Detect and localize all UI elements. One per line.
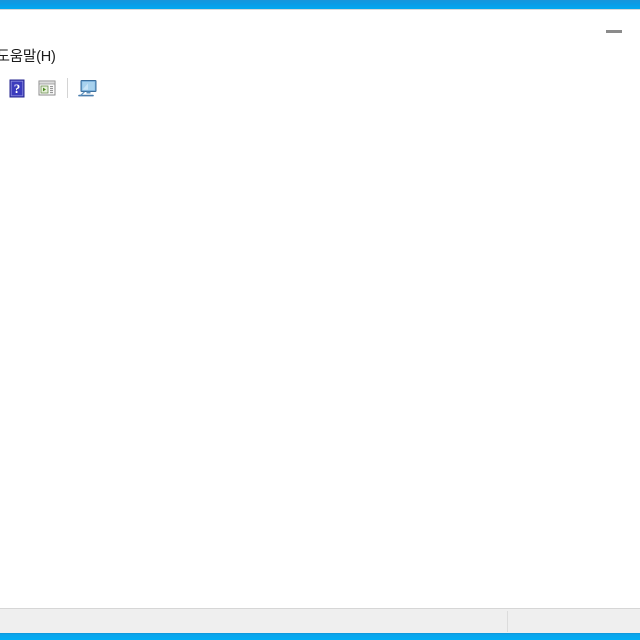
tree-row[interactable]: 크 어댑터 — [0, 167, 640, 187]
status-bar — [0, 608, 640, 633]
menu-help[interactable]: 도움말(H) — [0, 43, 69, 72]
tree-row[interactable]: el(R) HD Graphics 5000 — [0, 227, 640, 247]
title-bar — [0, 10, 640, 43]
minimize-icon — [606, 30, 622, 33]
tree-row[interactable]: 터 — [0, 267, 640, 287]
status-bar-divider — [507, 611, 508, 632]
tree-row[interactable]: TA/ATAPI 컨트롤러 — [0, 147, 640, 167]
tree-row[interactable]: -3SRPM2F — [0, 107, 640, 127]
tree-row[interactable]: 스 — [0, 447, 640, 467]
tree-row[interactable]: 컨트롤러 — [0, 407, 640, 427]
tree-row[interactable]: 터 — [0, 427, 640, 447]
tree-row[interactable]: 장치 — [0, 347, 640, 367]
desktop-backdrop-bottom — [0, 632, 640, 640]
menu-bar: ) 보기(V) 도움말(H) — [0, 43, 640, 73]
svg-text:?: ? — [14, 81, 21, 96]
tree-row[interactable]: ㅡ 드라이브 — [0, 187, 640, 207]
desktop-backdrop-top — [0, 0, 640, 9]
toolbar-computer-button[interactable] — [74, 74, 102, 102]
device-tree: -3SRPM2F oth TA/ATAPI 컨트롤러 크 어댑터 ㅡ 드라이브 … — [0, 107, 640, 507]
device-manager-window: ) 보기(V) 도움말(H) — [0, 9, 640, 633]
tree-row[interactable]: 대기열 — [0, 387, 640, 407]
tree-row[interactable]: 플레이 어댑터 — [0, 207, 640, 227]
minimize-button[interactable] — [594, 10, 640, 39]
toolbar: ? — [0, 72, 640, 104]
tree-row[interactable]: 및 기타 포인팅 장치 — [0, 247, 640, 267]
toolbar-help-button[interactable]: ? — [3, 74, 31, 102]
toolbar-separator-3 — [67, 77, 68, 98]
tree-row[interactable]: 직렬 버스 컨트롤러 — [0, 287, 640, 307]
tree-row[interactable]: 웨어 장치 — [0, 327, 640, 347]
toolbar-buttons: ? — [0, 72, 103, 103]
tree-row[interactable]: , 비디오 및 게임 컨트롤러 — [0, 307, 640, 327]
tree-row[interactable]: oth — [0, 127, 640, 147]
toolbar-scan-hardware-button[interactable] — [33, 74, 61, 102]
tree-row-selected[interactable]: 인터페이스 장치 — [0, 487, 640, 507]
device-tree-panel[interactable]: -3SRPM2F oth TA/ATAPI 컨트롤러 크 어댑터 ㅡ 드라이브 … — [0, 103, 640, 608]
tree-row[interactable]: 입력 및 출력 — [0, 367, 640, 387]
screen: ) 보기(V) 도움말(H) — [0, 0, 640, 640]
menu-items: ) 보기(V) 도움말(H) — [0, 43, 69, 72]
tree-row[interactable]: 서 — [0, 467, 640, 487]
